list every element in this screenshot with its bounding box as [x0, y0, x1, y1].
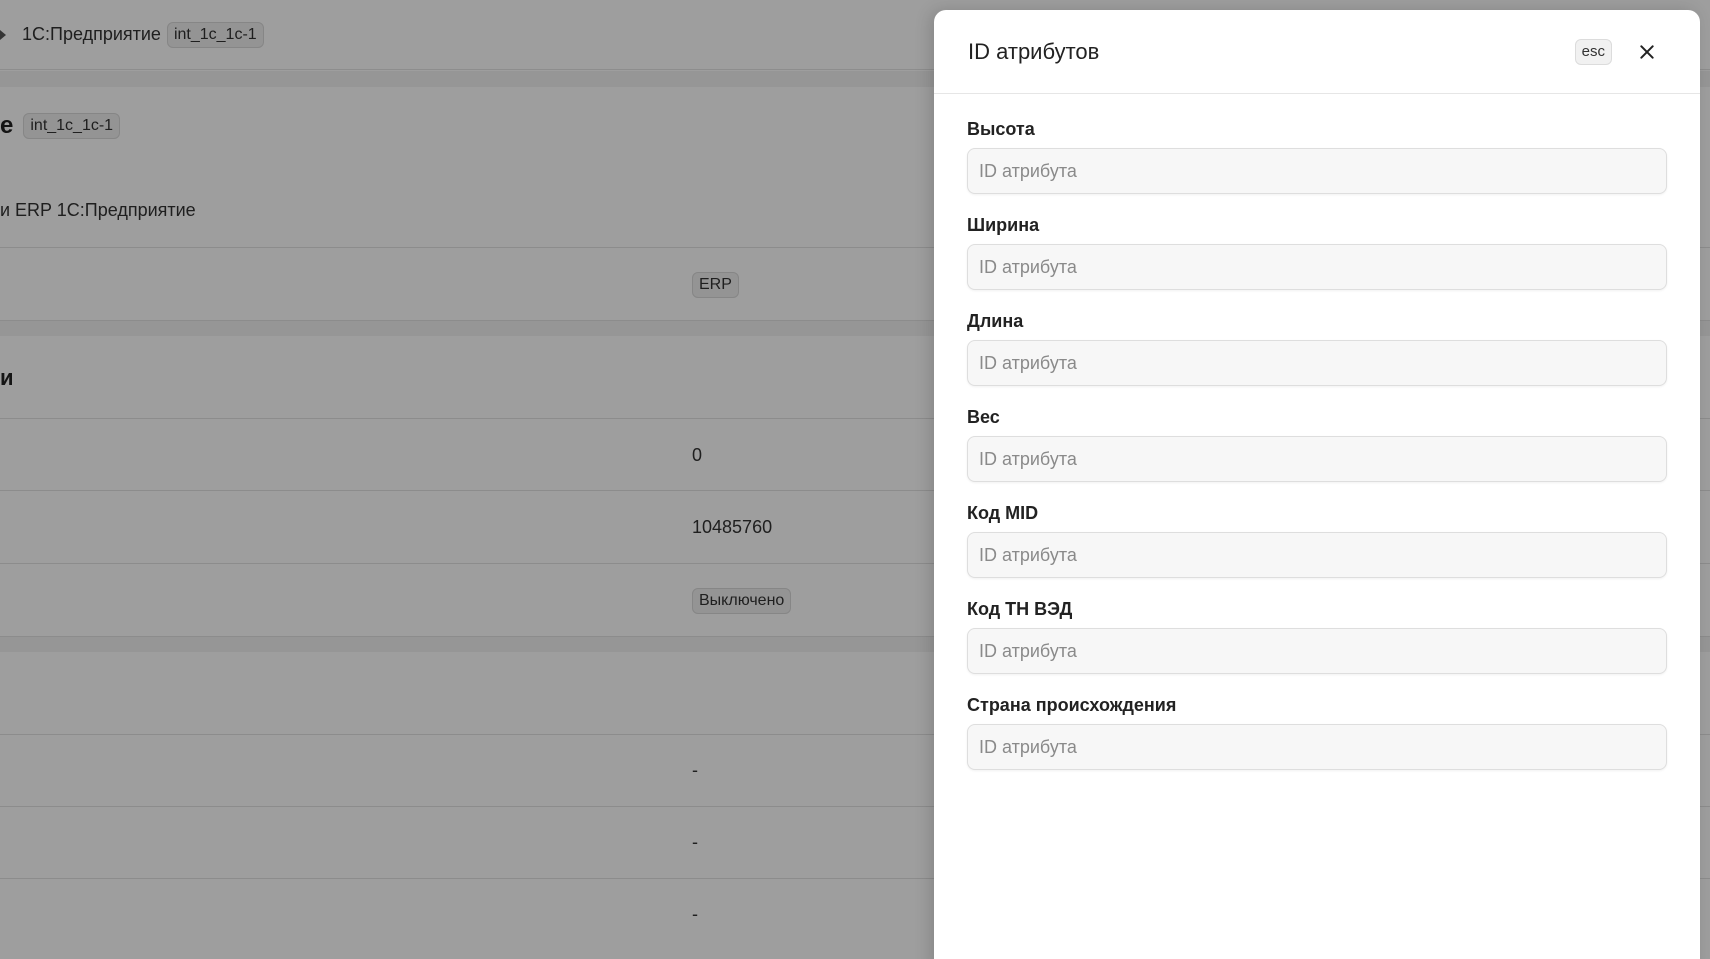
- esc-hint-badge: esc: [1574, 38, 1612, 65]
- attributes-drawer: ID атрибутов esc Высота Ширина Длина Вес: [934, 10, 1700, 959]
- field-width: Ширина: [967, 214, 1667, 290]
- field-label: Код ТН ВЭД: [967, 599, 1073, 619]
- drawer-title: ID атрибутов: [968, 38, 1100, 64]
- field-label: Длина: [967, 311, 1024, 331]
- field-label: Высота: [967, 119, 1035, 139]
- field-height: Высота: [967, 118, 1667, 194]
- weight-attribute-input[interactable]: [967, 436, 1667, 482]
- length-attribute-input[interactable]: [967, 340, 1667, 386]
- country-of-origin-attribute-input[interactable]: [967, 724, 1667, 770]
- field-mid-code: Код MID: [967, 502, 1667, 578]
- field-country-of-origin: Страна происхождения: [967, 694, 1667, 770]
- hs-code-attribute-input[interactable]: [967, 628, 1667, 674]
- width-attribute-input[interactable]: [967, 244, 1667, 290]
- field-label: Ширина: [967, 215, 1040, 235]
- page: 1С:Предприятие int_1c_1c-1 е int_1c_1c-1…: [0, 0, 1710, 959]
- field-length: Длина: [967, 310, 1667, 386]
- field-label: Страна происхождения: [967, 695, 1177, 715]
- height-attribute-input[interactable]: [967, 148, 1667, 194]
- field-weight: Вес: [967, 406, 1667, 482]
- drawer-header: ID атрибутов esc: [934, 10, 1700, 94]
- mid-code-attribute-input[interactable]: [967, 532, 1667, 578]
- field-label: Код MID: [967, 503, 1039, 523]
- field-hs-code: Код ТН ВЭД: [967, 598, 1667, 674]
- close-icon[interactable]: [1636, 41, 1658, 63]
- drawer-form: Высота Ширина Длина Вес Код MID Код ТН В…: [934, 94, 1700, 770]
- field-label: Вес: [967, 407, 1000, 427]
